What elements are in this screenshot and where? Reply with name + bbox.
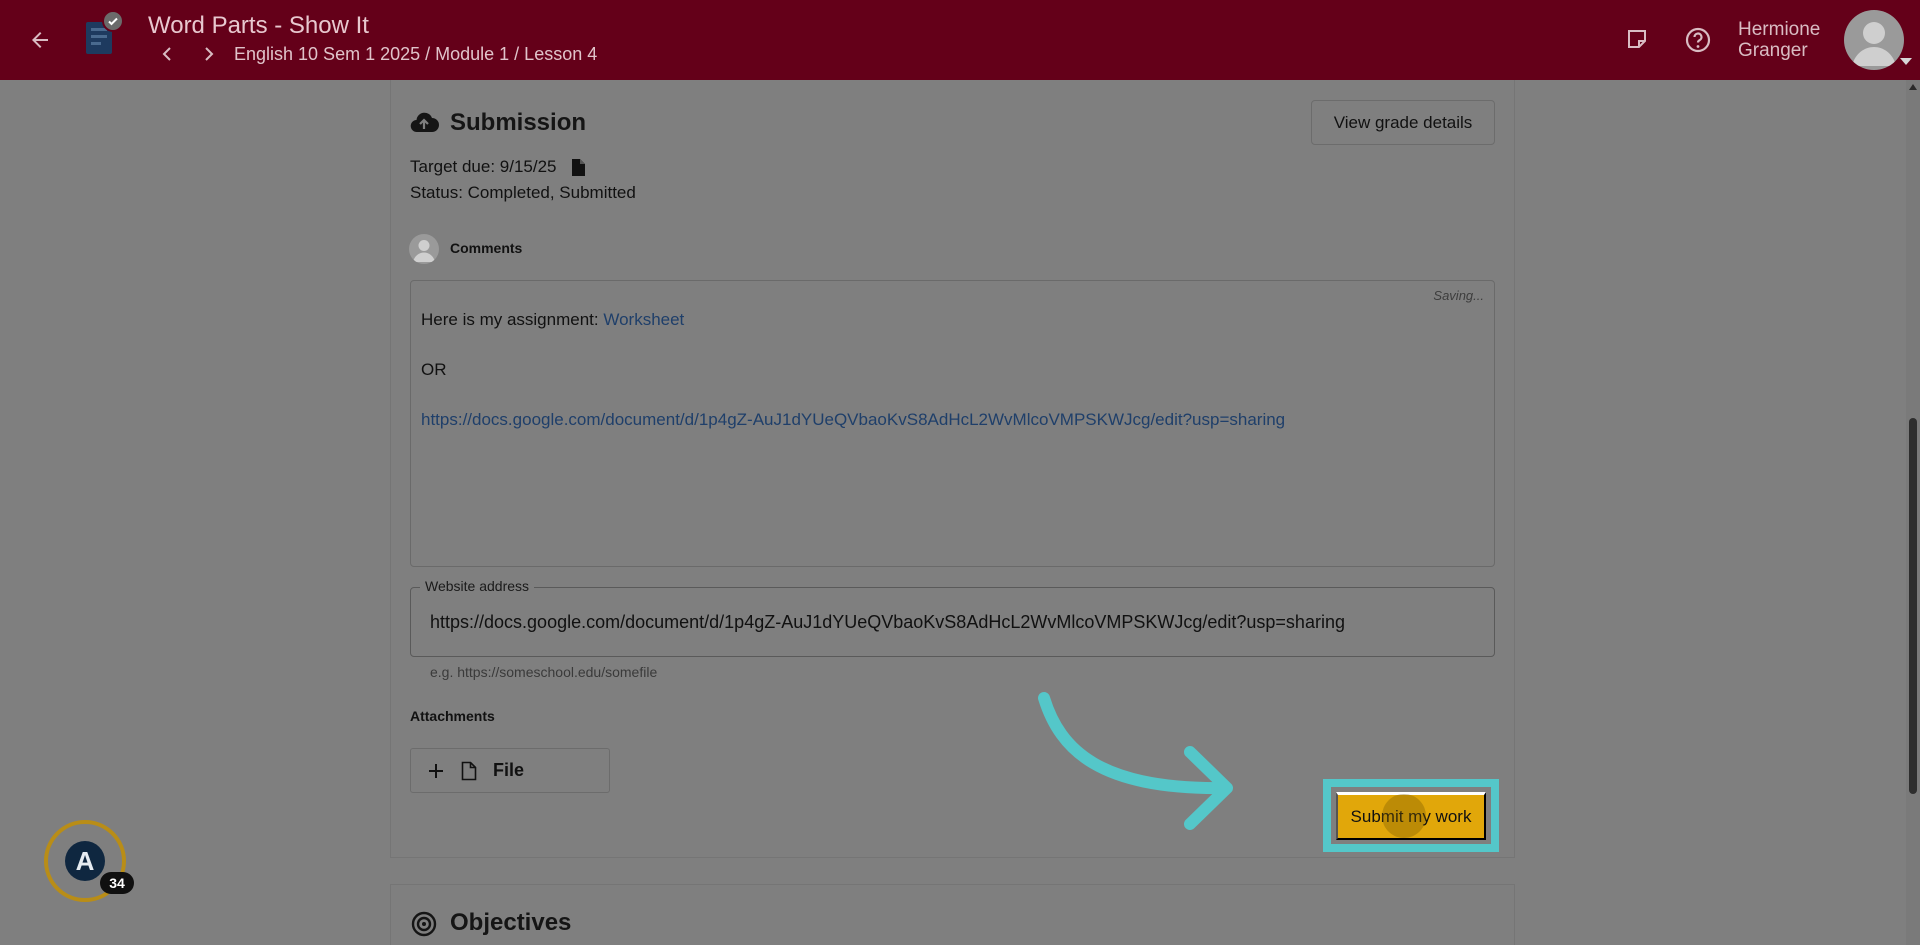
worksheet-link[interactable]: Worksheet: [603, 310, 684, 329]
breadcrumb[interactable]: English 10 Sem 1 2025 / Module 1 / Lesso…: [234, 44, 597, 65]
arrow-left-icon: [32, 32, 48, 48]
target-due-row: Target due: 9/15/25: [410, 157, 585, 177]
target-due-text: Target due: 9/15/25: [410, 157, 557, 176]
objectives-heading: Objectives: [450, 909, 572, 936]
website-address-label: Website address: [420, 578, 535, 594]
tutorial-arrow-icon: [1038, 692, 1233, 830]
document-link[interactable]: https://docs.google.com/document/d/1p4gZ…: [421, 410, 1285, 430]
status-text: Status: Completed, Submitted: [410, 183, 636, 202]
document-icon[interactable]: [571, 158, 585, 176]
comment-line-2: OR: [421, 360, 447, 379]
notes-button[interactable]: [1622, 24, 1652, 54]
completed-check-icon: [102, 10, 124, 32]
view-grade-details-button[interactable]: View grade details: [1311, 100, 1495, 145]
file-icon: [461, 761, 477, 780]
sticky-note-icon: [1628, 30, 1646, 48]
page-scrollbar[interactable]: [1906, 80, 1920, 945]
course-icon: [84, 10, 124, 60]
user-avatar-icon: [1852, 22, 1896, 66]
add-file-button[interactable]: File: [410, 748, 610, 793]
target-icon: [410, 910, 438, 938]
scroll-up-icon[interactable]: [1909, 84, 1917, 90]
comment-avatar: [409, 234, 439, 264]
page-title: Word Parts - Show It: [148, 12, 369, 39]
submit-my-work-button[interactable]: Submit my work: [1336, 792, 1486, 840]
submission-heading: Submission: [450, 109, 587, 136]
website-address-hint: e.g. https://someschool.edu/somefile: [430, 664, 658, 680]
next-lesson-button[interactable]: [196, 42, 220, 66]
cloud-upload-icon: [409, 108, 439, 138]
badge-logo-icon: A: [65, 841, 105, 881]
back-button[interactable]: [24, 24, 56, 56]
comment-editor[interactable]: Saving... Here is my assignment: Workshe…: [410, 280, 1495, 567]
help-icon: [1685, 27, 1711, 53]
scrollbar-thumb[interactable]: [1909, 418, 1917, 794]
chevron-left-icon: [162, 47, 171, 61]
user-name: Hermione Granger: [1738, 19, 1821, 61]
website-address-value[interactable]: https://docs.google.com/document/d/1p4gZ…: [430, 612, 1345, 633]
user-avatar-icon: [413, 240, 435, 262]
badge-count: 34: [100, 872, 134, 894]
comment-line-1: Here is my assignment: Worksheet: [421, 310, 685, 329]
caret-down-icon[interactable]: [1900, 58, 1912, 65]
help-button[interactable]: [1682, 24, 1714, 56]
previous-lesson-button[interactable]: [156, 42, 180, 66]
top-app-bar: Word Parts - Show It English 10 Sem 1 20…: [0, 0, 1920, 80]
attachments-label: Attachments: [410, 708, 495, 724]
plus-icon: [429, 763, 443, 778]
chevron-right-icon: [205, 47, 214, 61]
user-avatar-button[interactable]: [1844, 10, 1904, 70]
website-address-field[interactable]: https://docs.google.com/document/d/1p4gZ…: [410, 587, 1495, 657]
comments-label: Comments: [450, 240, 523, 256]
saving-indicator: Saving...: [1433, 288, 1484, 303]
file-button-label: File: [493, 760, 525, 780]
